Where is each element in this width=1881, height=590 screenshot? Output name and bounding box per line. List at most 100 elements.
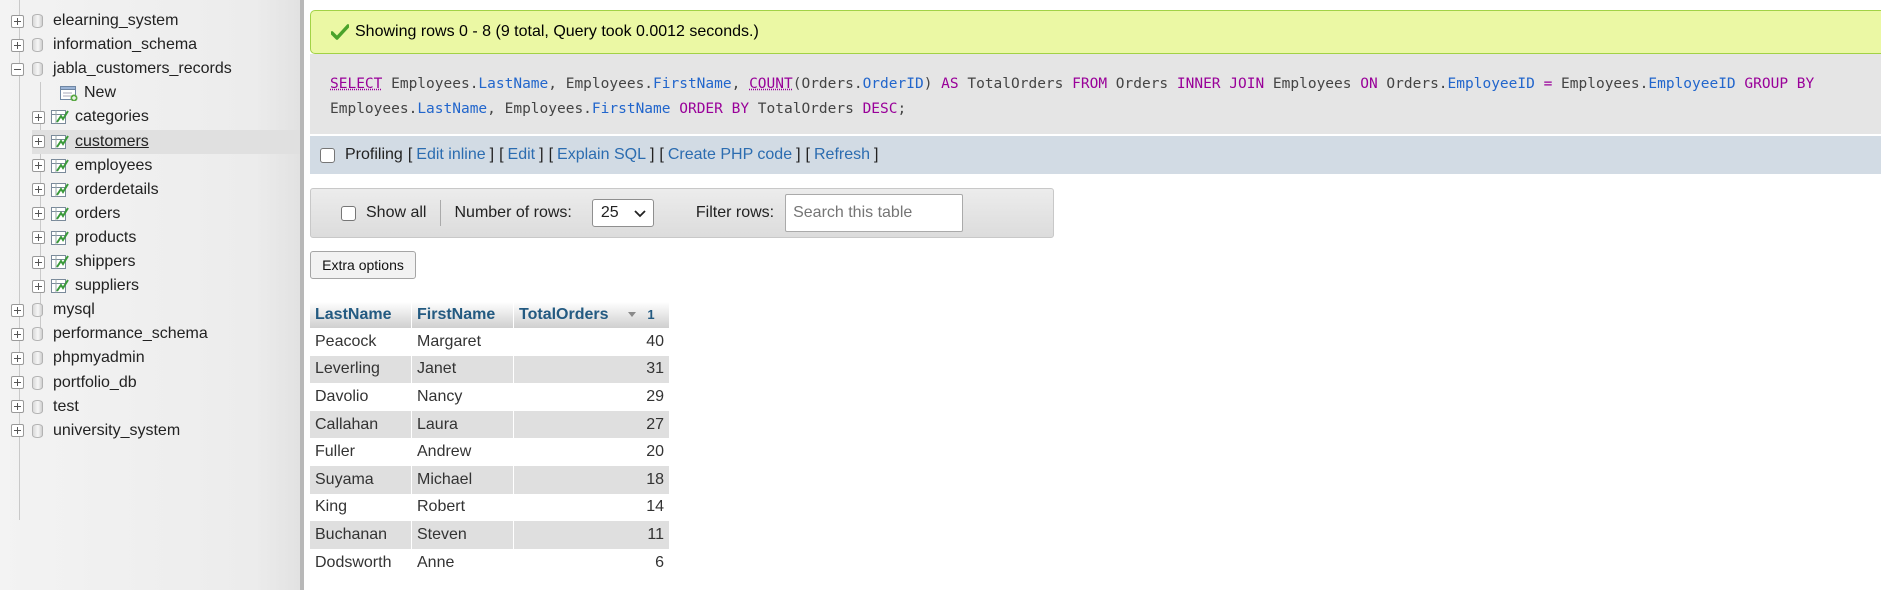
table-row[interactable]: Davolio Nancy 29 bbox=[310, 383, 669, 411]
table-label[interactable]: suppliers bbox=[75, 277, 139, 295]
link-create-php-code[interactable]: Create PHP code bbox=[668, 146, 792, 163]
table-cell[interactable]: Suyama bbox=[310, 465, 411, 494]
expand-icon[interactable] bbox=[32, 207, 45, 221]
table-row[interactable]: Dodsworth Anne 6 bbox=[310, 548, 669, 577]
table-cell[interactable]: 20 bbox=[514, 438, 669, 466]
new-table-label[interactable]: New bbox=[84, 84, 116, 102]
expand-icon[interactable] bbox=[11, 14, 24, 28]
expand-icon[interactable] bbox=[32, 231, 45, 245]
expand-icon[interactable] bbox=[11, 376, 24, 389]
table-item-orders[interactable]: orders bbox=[32, 202, 120, 226]
db-item-performance-schema[interactable]: performance_schema bbox=[11, 322, 208, 346]
table-label[interactable]: employees bbox=[75, 157, 152, 175]
table-cell[interactable]: 18 bbox=[514, 465, 669, 494]
link-explain-sql[interactable]: Explain SQL bbox=[557, 146, 646, 163]
table-item-products[interactable]: products bbox=[32, 226, 136, 250]
table-cell[interactable]: 6 bbox=[514, 548, 669, 577]
table-cell[interactable]: Nancy bbox=[412, 383, 513, 411]
table-cell[interactable]: Davolio bbox=[310, 383, 411, 411]
show-all-checkbox[interactable] bbox=[341, 205, 356, 221]
column-header-firstname[interactable]: FirstName bbox=[412, 302, 513, 328]
table-item-orderdetails[interactable]: orderdetails bbox=[32, 178, 159, 202]
table-item-suppliers[interactable]: suppliers bbox=[32, 274, 139, 298]
db-label[interactable]: phpmyadmin bbox=[53, 349, 145, 367]
db-label[interactable]: university_system bbox=[53, 422, 180, 440]
table-cell[interactable]: Buchanan bbox=[310, 521, 411, 549]
table-item-customers[interactable]: customers bbox=[32, 129, 300, 154]
table-cell[interactable]: Leverling bbox=[310, 355, 411, 384]
table-cell[interactable]: Peacock bbox=[310, 328, 411, 356]
table-label[interactable]: categories bbox=[75, 108, 149, 126]
db-label[interactable]: information_schema bbox=[53, 36, 197, 54]
db-item-test[interactable]: test bbox=[11, 395, 79, 419]
expand-icon[interactable] bbox=[32, 183, 45, 197]
table-row[interactable]: Callahan Laura 27 bbox=[310, 410, 669, 439]
table-label[interactable]: shippers bbox=[75, 253, 135, 271]
table-cell[interactable]: Andrew bbox=[412, 438, 513, 466]
db-item-university-system[interactable]: university_system bbox=[11, 419, 180, 443]
expand-icon[interactable] bbox=[11, 303, 24, 317]
profiling-checkbox[interactable] bbox=[320, 147, 335, 163]
db-label[interactable]: portfolio_db bbox=[53, 374, 137, 392]
expand-icon[interactable] bbox=[32, 159, 45, 173]
expand-icon[interactable] bbox=[11, 38, 24, 52]
db-label[interactable]: performance_schema bbox=[53, 325, 208, 343]
link-refresh[interactable]: Refresh bbox=[814, 146, 870, 163]
table-cell[interactable]: Steven bbox=[412, 521, 513, 549]
table-cell[interactable]: 40 bbox=[514, 328, 669, 356]
db-item-portfolio-db[interactable]: portfolio_db bbox=[11, 371, 137, 395]
filter-rows-input[interactable]: Search this table bbox=[785, 194, 964, 232]
table-cell[interactable]: Anne bbox=[412, 548, 513, 577]
expand-icon[interactable] bbox=[32, 255, 45, 269]
table-cell[interactable]: Laura bbox=[412, 410, 513, 439]
table-item-employees[interactable]: employees bbox=[32, 154, 152, 178]
sql-query-code[interactable]: SELECT Employees.LastName, Employees.Fir… bbox=[330, 72, 1861, 122]
db-item-elearning-system[interactable]: elearning_system bbox=[11, 9, 178, 33]
table-cell[interactable]: Robert bbox=[412, 493, 513, 522]
table-row[interactable]: Buchanan Steven 11 bbox=[310, 521, 669, 549]
extra-options-button[interactable]: Extra options bbox=[310, 251, 416, 279]
db-label[interactable]: elearning_system bbox=[53, 12, 178, 30]
expand-icon[interactable] bbox=[11, 400, 24, 414]
table-cell[interactable]: Michael bbox=[412, 465, 513, 494]
expand-icon[interactable] bbox=[32, 135, 45, 148]
table-cell[interactable]: 11 bbox=[514, 521, 669, 549]
table-row[interactable]: Peacock Margaret 40 bbox=[310, 328, 669, 356]
link-edit-inline[interactable]: Edit inline bbox=[416, 146, 485, 163]
table-row[interactable]: Leverling Janet 31 bbox=[310, 355, 669, 384]
expand-icon[interactable] bbox=[11, 424, 24, 438]
db-item-jabla-customers-records[interactable]: jabla_customers_records bbox=[11, 57, 232, 81]
new-table-item[interactable]: New bbox=[60, 81, 116, 105]
db-item-information-schema[interactable]: information_schema bbox=[11, 33, 197, 57]
table-cell[interactable]: 31 bbox=[514, 355, 669, 384]
table-row[interactable]: King Robert 14 bbox=[310, 493, 669, 522]
table-cell[interactable]: Margaret bbox=[412, 328, 513, 356]
expand-icon[interactable] bbox=[11, 351, 24, 365]
table-label[interactable]: orders bbox=[75, 205, 120, 223]
column-header-totalorders[interactable]: TotalOrders 1 bbox=[514, 302, 669, 328]
db-label[interactable]: jabla_customers_records bbox=[53, 60, 232, 78]
expand-icon[interactable] bbox=[11, 327, 24, 341]
table-cell[interactable]: 14 bbox=[514, 493, 669, 522]
collapse-icon[interactable] bbox=[11, 62, 24, 76]
db-label[interactable]: mysql bbox=[53, 301, 95, 319]
db-label[interactable]: test bbox=[53, 398, 79, 416]
table-cell[interactable]: Janet bbox=[412, 355, 513, 384]
table-cell[interactable]: King bbox=[310, 493, 411, 522]
table-cell[interactable]: 29 bbox=[514, 383, 669, 411]
db-item-phpmyadmin[interactable]: phpmyadmin bbox=[11, 346, 145, 370]
column-header-lastname[interactable]: LastName bbox=[310, 302, 411, 328]
table-cell[interactable]: Dodsworth bbox=[310, 548, 411, 577]
table-label[interactable]: products bbox=[75, 229, 136, 247]
table-cell[interactable]: 27 bbox=[514, 410, 669, 439]
table-cell[interactable]: Callahan bbox=[310, 410, 411, 439]
link-edit[interactable]: Edit bbox=[508, 146, 536, 163]
table-label[interactable]: customers bbox=[75, 133, 149, 151]
table-cell[interactable]: Fuller bbox=[310, 438, 411, 466]
table-row[interactable]: Fuller Andrew 20 bbox=[310, 438, 669, 466]
expand-icon[interactable] bbox=[32, 110, 45, 124]
rows-per-page-select[interactable]: 25 bbox=[591, 199, 654, 227]
expand-icon[interactable] bbox=[32, 279, 45, 293]
db-item-mysql[interactable]: mysql bbox=[11, 298, 95, 322]
table-item-categories[interactable]: categories bbox=[32, 105, 149, 129]
